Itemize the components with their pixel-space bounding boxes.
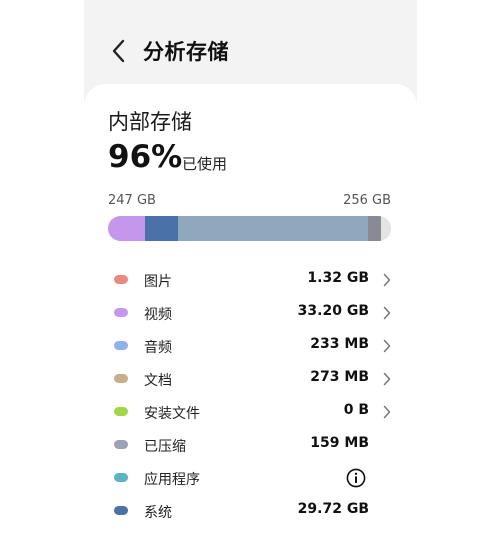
- total-capacity: 256 GB: [343, 193, 391, 208]
- category-color-dot: [114, 275, 128, 284]
- usage-bar-segment: [108, 216, 145, 241]
- category-color-dot: [114, 407, 128, 416]
- category-color-dot: [114, 506, 128, 515]
- usage-bar-segment: [177, 216, 369, 241]
- usage-bar-segment: [144, 216, 178, 241]
- storage-category-row[interactable]: 文档 273 MB: [84, 364, 417, 394]
- usage-bar-segment: [381, 216, 391, 241]
- category-color-dot: [114, 341, 128, 350]
- info-icon[interactable]: [346, 468, 366, 488]
- category-label: 应用程序: [144, 472, 200, 488]
- chevron-right-icon: [383, 339, 391, 353]
- storage-category-row[interactable]: 音频 233 MB: [84, 331, 417, 361]
- storage-category-row: 应用程序: [84, 463, 417, 493]
- category-size: 1.32 GB: [307, 270, 369, 286]
- category-color-dot: [114, 308, 128, 317]
- category-size: 273 MB: [310, 369, 369, 385]
- chevron-right-icon: [383, 273, 391, 287]
- category-label: 系统: [144, 505, 172, 521]
- storage-category-row[interactable]: 安装文件 0 B: [84, 397, 417, 427]
- category-label: 视频: [144, 307, 172, 323]
- used-capacity: 247 GB: [108, 193, 156, 208]
- chevron-right-icon: [383, 306, 391, 320]
- storage-title: 内部存储: [108, 110, 192, 134]
- page-title: 分析存储: [143, 40, 229, 64]
- chevron-right-icon: [383, 372, 391, 386]
- category-color-dot: [114, 473, 128, 482]
- usage-percent: 96%: [108, 139, 183, 175]
- back-arrow-icon[interactable]: [108, 37, 130, 65]
- category-size: 159 MB: [310, 435, 369, 451]
- storage-category-row: 系统 29.72 GB: [84, 496, 417, 526]
- category-size: 33.20 GB: [297, 303, 369, 319]
- storage-category-row[interactable]: 图片 1.32 GB: [84, 265, 417, 295]
- category-label: 音频: [144, 340, 172, 356]
- category-label: 图片: [144, 274, 172, 290]
- usage-bar-segment: [368, 216, 382, 241]
- internal-storage-card: 内部存储 96% 已使用 247 GB 256 GB 图片 1.32 GB 视频 33…: [84, 84, 417, 533]
- category-label: 安装文件: [144, 406, 200, 422]
- category-size: 0 B: [343, 402, 369, 418]
- category-size: 29.72 GB: [297, 501, 369, 517]
- category-label: 已压缩: [144, 439, 186, 455]
- usage-percent-label: 已使用: [182, 155, 228, 173]
- category-color-dot: [114, 440, 128, 449]
- storage-category-row: 已压缩 159 MB: [84, 430, 417, 460]
- category-color-dot: [114, 374, 128, 383]
- storage-usage-bar: [108, 216, 391, 241]
- storage-analysis-screen: 分析存储 内部存储 96% 已使用 247 GB 256 GB 图片 1.32 G…: [84, 0, 417, 533]
- category-size: 233 MB: [310, 336, 369, 352]
- chevron-right-icon: [383, 405, 391, 419]
- category-label: 文档: [144, 373, 172, 389]
- storage-category-row[interactable]: 视频 33.20 GB: [84, 298, 417, 328]
